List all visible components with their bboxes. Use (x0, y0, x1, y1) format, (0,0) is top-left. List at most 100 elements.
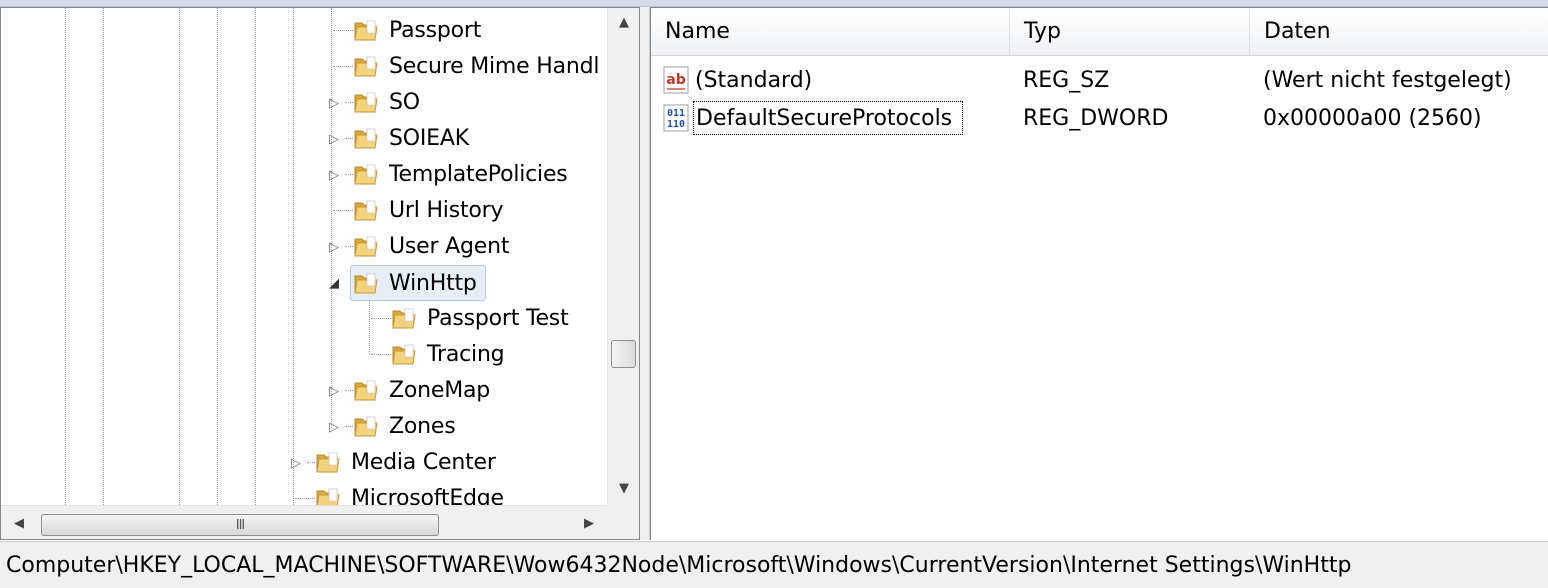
tree-guide-line (331, 8, 332, 428)
tree-guide-line (179, 8, 180, 505)
folder-icon (353, 197, 379, 223)
tree-node-media-center[interactable]: Media Center (315, 445, 502, 479)
registry-path: Computer\HKEY_LOCAL_MACHINE\SOFTWARE\Wow… (6, 552, 1352, 578)
tree-guide-line (103, 8, 104, 505)
tree-node-zonemap[interactable]: ZoneMap (353, 373, 496, 407)
tree-connector (345, 426, 353, 427)
tree-node-so[interactable]: SO (353, 85, 426, 119)
value-data-cell: (Wert nicht festgelegt) (1263, 67, 1512, 93)
expand-triangle-icon[interactable]: ▷ (327, 420, 341, 435)
collapse-triangle-icon[interactable]: ◢ (327, 276, 341, 291)
tree-node-label: Tracing (427, 341, 505, 367)
folder-icon (353, 125, 379, 151)
expand-triangle-icon[interactable]: ▷ (327, 96, 341, 111)
registry-values-list[interactable]: Name Typ Daten ab (Standard) REG_SZ (Wer… (650, 7, 1548, 540)
tree-node-label: User Agent (389, 233, 510, 259)
tree-connector (345, 390, 353, 391)
folder-icon (353, 233, 379, 259)
status-bar: Computer\HKEY_LOCAL_MACHINE\SOFTWARE\Wow… (0, 541, 1548, 588)
tree-connector (345, 174, 353, 175)
svg-text:ab: ab (666, 72, 685, 88)
folder-icon (353, 377, 379, 403)
folder-icon (353, 89, 379, 115)
column-header-data[interactable]: Daten (1250, 8, 1548, 56)
tree-guide-line (217, 8, 218, 505)
tree-node-microsoftedge[interactable]: MicrosoftEdge (315, 481, 510, 505)
svg-text:011: 011 (667, 108, 685, 119)
tree-vertical-scrollbar[interactable]: ▲ ▼ (607, 8, 639, 505)
value-name-cell: ab (Standard) (661, 61, 812, 99)
tree-connector (345, 102, 353, 103)
scroll-left-arrow-icon[interactable]: ◀ (3, 506, 35, 539)
tree-node-label: SOIEAK (389, 125, 469, 151)
vertical-scroll-thumb[interactable] (611, 340, 636, 368)
tree-node-label: TemplatePolicies (389, 161, 568, 187)
expand-triangle-icon[interactable]: ▷ (327, 240, 341, 255)
horizontal-scroll-thumb[interactable]: III (41, 514, 439, 536)
string-value-icon: ab (663, 66, 689, 94)
tree-node-soieak[interactable]: SOIEAK (353, 121, 475, 155)
tree-node-passport[interactable]: Passport (353, 13, 487, 47)
tree-node-label: WinHttp (389, 270, 477, 296)
column-header-label: Typ (1024, 19, 1061, 44)
column-header-label: Daten (1264, 19, 1331, 44)
tree-viewport: Passport Secure Mime Handl ▷ SO ▷ SOIEAK… (1, 8, 607, 505)
column-header-label: Name (665, 19, 730, 44)
folder-icon (353, 270, 379, 296)
tree-node-label: MicrosoftEdge (351, 485, 504, 506)
tree-node-label: Zones (389, 413, 456, 439)
expand-triangle-icon[interactable]: ▷ (327, 168, 341, 183)
tree-node-label: Url History (389, 197, 504, 223)
binary-value-icon: 011 110 (663, 104, 689, 132)
value-type-cell: REG_DWORD (1023, 105, 1169, 131)
tree-node-secure-mime-handlers[interactable]: Secure Mime Handl (353, 49, 605, 83)
registry-key-tree[interactable]: Passport Secure Mime Handl ▷ SO ▷ SOIEAK… (0, 7, 640, 540)
tree-connector (295, 498, 315, 499)
tree-node-label: Media Center (351, 449, 496, 475)
tree-connector (345, 138, 353, 139)
tree-connector (333, 210, 353, 211)
tree-connector (307, 462, 315, 463)
scroll-down-arrow-icon[interactable]: ▼ (608, 474, 639, 502)
folder-icon (391, 305, 417, 331)
scroll-up-arrow-icon[interactable]: ▲ (608, 8, 639, 36)
tree-guide-line (293, 8, 294, 505)
tree-node-passport-test[interactable]: Passport Test (391, 301, 575, 335)
tree-node-templatepolicies[interactable]: TemplatePolicies (353, 157, 574, 191)
tree-horizontal-scrollbar[interactable]: ◀ III ▶ (1, 505, 607, 539)
tree-connector (371, 354, 391, 355)
tree-node-winhttp[interactable]: WinHttp (350, 265, 486, 301)
folder-icon (353, 413, 379, 439)
folder-icon (315, 449, 341, 475)
value-name: (Standard) (695, 67, 813, 93)
folder-icon (391, 341, 417, 367)
value-name-cell: 011 110 DefaultSecureProtocols (661, 99, 964, 137)
folder-icon (353, 161, 379, 187)
tree-connector (333, 30, 353, 31)
folder-icon (353, 17, 379, 43)
tree-node-label: ZoneMap (389, 377, 491, 403)
tree-connector (371, 318, 391, 319)
value-data-cell: 0x00000a00 (2560) (1263, 105, 1482, 131)
pane-splitter[interactable] (640, 7, 650, 540)
value-row[interactable]: ab (Standard) REG_SZ (Wert nicht festgel… (651, 61, 1548, 99)
tree-node-user-agent[interactable]: User Agent (353, 229, 515, 263)
expand-triangle-icon[interactable]: ▷ (327, 384, 341, 399)
tree-node-label: Passport Test (427, 305, 569, 331)
scroll-right-arrow-icon[interactable]: ▶ (573, 506, 605, 539)
column-header-name[interactable]: Name (651, 8, 1009, 56)
expand-triangle-icon[interactable]: ▷ (327, 132, 341, 147)
tree-guide-line (65, 8, 66, 505)
tree-node-tracing[interactable]: Tracing (391, 337, 510, 371)
tree-guide-line (369, 298, 370, 354)
window-top-edge (0, 0, 1548, 7)
value-name: DefaultSecureProtocols (693, 101, 964, 135)
tree-node-label: Secure Mime Handl (389, 53, 600, 79)
tree-node-label: Passport (389, 17, 482, 43)
value-row[interactable]: 011 110 DefaultSecureProtocols REG_DWORD… (651, 99, 1548, 137)
column-header-type[interactable]: Typ (1010, 8, 1249, 56)
tree-connector (345, 246, 353, 247)
expand-triangle-icon[interactable]: ▷ (289, 456, 303, 471)
tree-node-zones[interactable]: Zones (353, 409, 461, 443)
tree-node-url-history[interactable]: Url History (353, 193, 509, 227)
